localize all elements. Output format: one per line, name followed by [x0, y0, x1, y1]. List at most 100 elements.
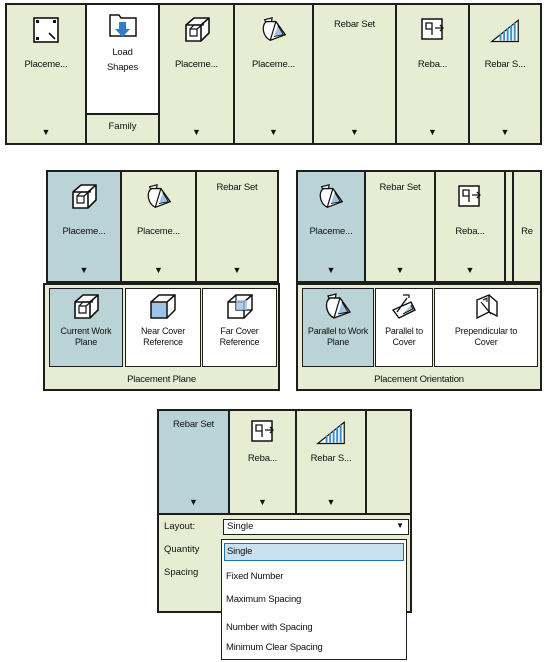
dropdown-arrow-icon[interactable]: ▼ [160, 127, 233, 137]
tool-label: Re [521, 226, 533, 237]
spacing-label: Spacing [164, 567, 199, 578]
dropdown-option[interactable]: Number with Spacing [222, 619, 406, 637]
placement-button-1[interactable]: Placeme... ▼ [7, 5, 87, 143]
rebar-layout-button[interactable]: Reba... ▼ [436, 172, 506, 281]
dropdown-arrow-icon[interactable]: ▼ [235, 127, 312, 137]
option-label: Current Work Plane [60, 326, 112, 347]
current-work-plane-cube-icon [71, 292, 101, 322]
rebar-layout-button[interactable]: Reba... ▼ [230, 411, 297, 513]
tool-label: Placeme... [252, 59, 295, 70]
rebar-layout-button[interactable]: Reba... ▼ [397, 5, 470, 143]
placement-orientation-button[interactable]: Placeme... ▼ [298, 172, 366, 281]
option-label: Near Cover Reference [140, 326, 185, 347]
tool-label: Placeme... [175, 59, 218, 70]
tool-label: Reba... [455, 226, 485, 237]
parallel-to-work-plane-icon [259, 15, 289, 45]
current-work-plane-option[interactable]: Current Work Plane [49, 288, 123, 367]
tool-label: Rebar Set [216, 182, 258, 193]
tool-label: Rebar Set [379, 182, 421, 193]
rebar-spacing-partial[interactable]: Re [514, 172, 540, 281]
rebar-layout-icon [248, 417, 278, 447]
dropdown-option-selected[interactable]: Single [224, 543, 404, 561]
rebar-spacing-button[interactable] [506, 172, 514, 281]
dropdown-arrow-icon[interactable]: ▼ [470, 127, 540, 137]
dropdown-arrow-icon[interactable]: ▼ [122, 265, 195, 275]
dropdown-arrow-icon[interactable]: ▼ [48, 265, 120, 275]
parallel-to-work-plane-icon [316, 182, 346, 212]
dropdown-arrow-icon[interactable]: ▼ [159, 497, 228, 507]
dropdown-arrow-icon[interactable]: ▼ [366, 265, 434, 275]
rebar-spacing-button[interactable]: Rebar S... ▼ [470, 5, 540, 143]
chevron-down-icon: ▼ [396, 521, 404, 530]
placement-plane-button[interactable]: Placeme... ▼ [48, 172, 122, 281]
rebar-set-button[interactable]: Rebar Set ▼ [159, 411, 230, 513]
tool-label: Placeme... [137, 226, 180, 237]
parallel-to-work-plane-icon [144, 182, 174, 212]
placement-plane-flyout: Current Work Plane Near Cover Reference … [43, 283, 280, 391]
quantity-label: Quantity [164, 544, 200, 555]
dropdown-arrow-icon[interactable]: ▼ [197, 265, 277, 275]
far-cover-cube-icon [225, 292, 255, 322]
rebar-spacing-button[interactable]: Rebar S... ▼ [297, 411, 367, 513]
dropdown-arrow-icon[interactable]: ▼ [230, 497, 295, 507]
tool-label: Rebar S... [310, 453, 352, 464]
parallel-to-cover-option[interactable]: Parallel to Cover [375, 288, 433, 367]
tool-label: Placeme... [62, 226, 106, 237]
parallel-to-work-plane-option[interactable]: Parallel to Work Plane [302, 288, 374, 367]
parallel-to-work-plane-icon [322, 292, 354, 322]
tool-label: Reba... [247, 453, 278, 464]
layout-dropdown-list: Single Fixed Number Maximum Spacing Numb… [221, 539, 407, 660]
rebar-spacing-icon [490, 15, 520, 45]
near-cover-cube-icon [148, 292, 178, 322]
current-work-plane-cube-icon [69, 182, 99, 212]
ribbon-panel-top: Placeme... ▼ Load Shapes Family Placeme.… [5, 3, 542, 145]
flyout-caption: Placement Orientation [374, 374, 464, 385]
layout-label: Layout: [164, 521, 196, 532]
current-work-plane-cube-icon [182, 15, 212, 45]
load-shapes-folder-icon [108, 11, 138, 41]
dropdown-option[interactable]: Fixed Number [222, 568, 406, 586]
option-label: Parallel to Work Plane [307, 326, 369, 347]
perpendicular-to-cover-option[interactable]: Prependicular to Cover [434, 288, 538, 367]
tool-label: Load Shapes [106, 47, 139, 73]
rebar-spacing-icon [316, 417, 346, 447]
ribbon-panel-rebar-set: Rebar Set ▼ Reba... ▼ Rebar S... ▼ [157, 409, 412, 515]
dropdown-option[interactable]: Minimum Clear Spacing [222, 639, 406, 657]
tool-label: Rebar Set [173, 419, 214, 430]
layout-select[interactable]: Single ▼ [223, 519, 409, 535]
near-cover-reference-option[interactable]: Near Cover Reference [125, 288, 201, 367]
rebar-set-button[interactable]: Rebar Set ▼ [366, 172, 436, 281]
placement-orientation-button[interactable]: Placeme... ▼ [235, 5, 314, 143]
dropdown-arrow-icon[interactable]: ▼ [298, 265, 364, 275]
dropdown-option[interactable]: Maximum Spacing [222, 591, 406, 609]
rebar-set-button[interactable]: Rebar Set ▼ [314, 5, 397, 143]
perpendicular-to-cover-icon [471, 292, 501, 322]
option-label: Prependicular to Cover [454, 326, 518, 347]
dropdown-arrow-icon[interactable]: ▼ [436, 265, 504, 275]
option-label: Far Cover Reference [219, 326, 260, 347]
placement-orientation-flyout: Parallel to Work Plane Parallel to Cover… [296, 283, 542, 391]
flyout-caption: Placement Plane [127, 374, 196, 385]
ribbon-panel-placement-orientation: Placeme... ▼ Rebar Set ▼ Reba... ▼ Re [296, 170, 542, 283]
dropdown-arrow-icon[interactable]: ▼ [397, 127, 468, 137]
tool-label: Placeme... [309, 226, 353, 237]
dropdown-arrow-icon[interactable]: ▼ [297, 497, 365, 507]
rebar-layout-icon [455, 182, 485, 212]
ribbon-panel-placement-plane: Placeme... ▼ Placeme... ▼ Rebar Set ▼ [46, 170, 279, 283]
load-shapes-button[interactable]: Load Shapes Family [87, 5, 160, 143]
far-cover-reference-option[interactable]: Far Cover Reference [202, 288, 277, 367]
tool-label: Reba... [417, 59, 448, 70]
placement-orientation-button[interactable]: Placeme... ▼ [122, 172, 197, 281]
rebar-set-button[interactable]: Rebar Set ▼ [197, 172, 277, 281]
tool-label: Placeme... [24, 59, 68, 70]
tool-label: Rebar Set [334, 19, 375, 30]
dropdown-arrow-icon[interactable]: ▼ [7, 127, 85, 137]
rebar-layout-icon [418, 15, 448, 45]
option-label: Parallel to Cover [385, 326, 423, 347]
tool-label: Rebar S... [484, 59, 526, 70]
family-group-label: Family [87, 113, 158, 143]
dropdown-arrow-icon[interactable]: ▼ [314, 127, 395, 137]
parallel-to-cover-icon [389, 292, 419, 322]
layout-select-value: Single [227, 521, 254, 532]
placement-plane-button[interactable]: Placeme... ▼ [160, 5, 235, 143]
